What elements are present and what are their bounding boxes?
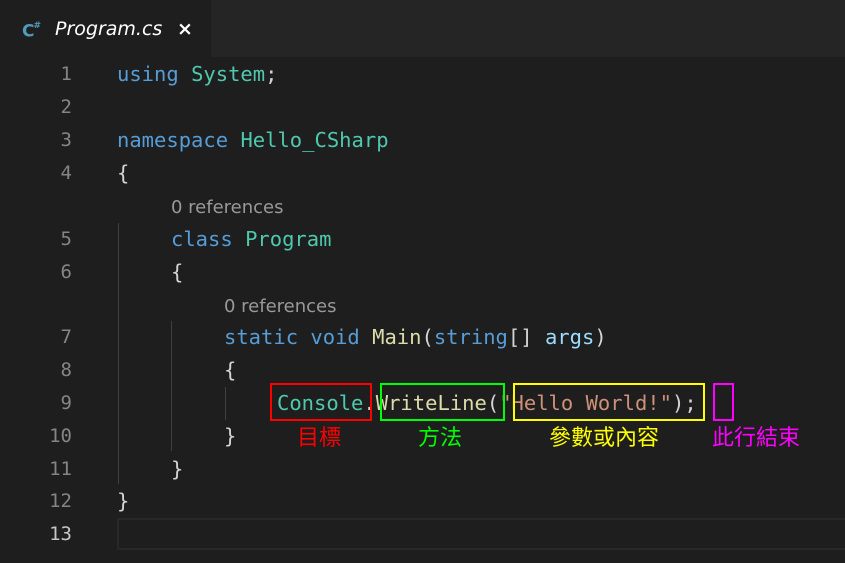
line-number: 2 — [60, 96, 72, 118]
argument-label: 參數或內容 — [549, 426, 660, 451]
line-number: 11 — [49, 458, 72, 480]
code-line-4[interactable]: { — [117, 157, 129, 189]
code-editor[interactable]: 1 2 3 4 5 6 7 8 9 10 11 12 13 using Syst… — [0, 57, 845, 563]
codelens-references[interactable]: 0 references — [171, 195, 284, 221]
method-label: 方法 — [418, 426, 463, 451]
end-highlight-box — [713, 383, 734, 421]
tab-bar: C# Program.cs × — [0, 0, 845, 57]
code-line-5[interactable]: class Program — [171, 223, 331, 255]
csharp-file-icon: C# — [22, 21, 42, 42]
line-number: 6 — [60, 261, 72, 283]
code-line-7[interactable]: static void Main(string[] args) — [224, 321, 607, 353]
code-line-3[interactable]: namespace Hello_CSharp — [117, 124, 389, 156]
code-line-6[interactable]: { — [171, 256, 183, 288]
code-line-8[interactable]: { — [224, 354, 236, 386]
code-line-1[interactable]: using System; — [117, 58, 277, 90]
tab-title: Program.cs — [55, 18, 163, 40]
line-number: 4 — [60, 162, 72, 184]
end-label: 此行結束 — [712, 426, 801, 451]
line-number: 7 — [60, 326, 72, 348]
code-line-10[interactable]: } — [224, 420, 236, 452]
codelens-references[interactable]: 0 references — [224, 294, 337, 320]
line-number: 12 — [49, 490, 72, 512]
line-number-current: 13 — [49, 523, 72, 545]
target-label: 目標 — [297, 426, 342, 451]
line-number: 10 — [49, 425, 72, 447]
line-number: 3 — [60, 129, 72, 151]
target-highlight-box — [270, 383, 372, 421]
indent-guide — [171, 321, 172, 451]
line-number: 1 — [60, 63, 72, 85]
line-number: 5 — [60, 228, 72, 250]
code-line-12[interactable]: } — [117, 485, 129, 517]
line-number: 9 — [60, 392, 72, 414]
close-icon[interactable]: × — [177, 16, 193, 42]
indent-guide — [118, 223, 119, 484]
argument-highlight-box — [513, 383, 705, 421]
indent-guide — [225, 387, 226, 420]
tab-program-cs[interactable]: C# Program.cs × — [0, 0, 211, 57]
line-number: 8 — [60, 359, 72, 381]
current-line-highlight — [117, 518, 845, 550]
code-line-11[interactable]: } — [171, 453, 183, 485]
method-highlight-box — [380, 383, 505, 421]
